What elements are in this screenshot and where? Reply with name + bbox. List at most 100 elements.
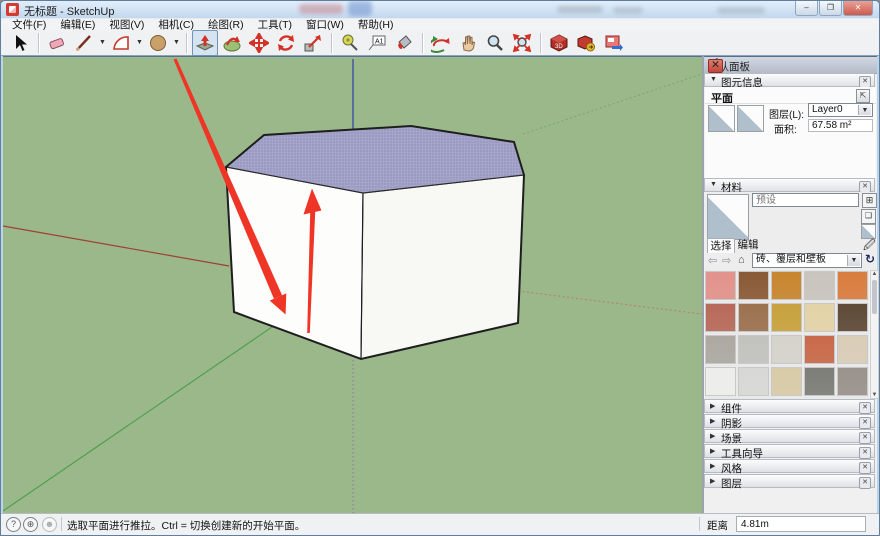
arc-tool-dropdown-icon[interactable]: ▼ [135, 31, 144, 55]
secondary-pane-icon[interactable]: ❏ [861, 209, 876, 224]
material-swatch[interactable] [738, 271, 769, 300]
menu-item-2[interactable]: 视图(V) [102, 19, 151, 31]
measure-value-input[interactable] [736, 516, 866, 532]
material-swatch[interactable] [837, 303, 868, 332]
material-swatch[interactable] [837, 335, 868, 364]
material-swatch[interactable] [837, 367, 868, 396]
layer-dropdown[interactable]: Layer0 ▼ [808, 103, 873, 117]
material-swatch[interactable] [771, 335, 802, 364]
line-tool-dropdown-icon[interactable]: ▼ [98, 31, 107, 55]
create-material-icon[interactable]: ⊞ [862, 193, 877, 208]
materials-scrollbar[interactable]: ▲ ▼ [870, 270, 879, 399]
material-swatch[interactable] [738, 335, 769, 364]
section-close-icon[interactable]: ✕ [859, 447, 871, 459]
material-swatch[interactable] [705, 335, 736, 364]
material-swatch[interactable] [804, 271, 835, 300]
section-header-2[interactable]: ▶场景✕ [704, 429, 875, 443]
material-swatch[interactable] [804, 367, 835, 396]
front-material-swatch[interactable] [708, 105, 735, 132]
zoom-extents-tool-icon[interactable] [509, 30, 535, 56]
menu-item-1[interactable]: 编辑(E) [53, 19, 102, 31]
menu-item-4[interactable]: 绘图(R) [201, 19, 251, 31]
menu-item-3[interactable]: 相机(C) [151, 19, 201, 31]
section-header-1[interactable]: ▶阴影✕ [704, 414, 875, 428]
scroll-thumb[interactable] [872, 280, 877, 314]
scale-tool-icon[interactable] [300, 30, 326, 56]
section-close-icon[interactable]: ✕ [859, 432, 871, 444]
sample-paint-icon[interactable]: ↻ [865, 252, 875, 266]
polygon-tool-dropdown-icon[interactable]: ▼ [172, 31, 181, 55]
close-button[interactable]: ✕ [843, 1, 873, 16]
title-bar[interactable]: 无标题 - SketchUp – ❐ ✕ [1, 1, 879, 18]
entity-detail-icon[interactable]: ⇱ [856, 89, 870, 103]
menu-item-5[interactable]: 工具(T) [251, 19, 299, 31]
export-tool-icon[interactable] [600, 30, 626, 56]
scroll-down-icon[interactable]: ▼ [871, 392, 878, 398]
model-viewport[interactable] [3, 56, 702, 514]
menu-item-6[interactable]: 窗口(W) [299, 19, 351, 31]
section-label: 图层 [721, 476, 742, 491]
text-tool-icon[interactable]: A1 [364, 30, 390, 56]
geolocation-icon[interactable]: ⊕ [23, 517, 38, 532]
forward-arrow-icon[interactable]: ⇨ [722, 254, 731, 267]
follow-me-tool-icon[interactable] [219, 30, 245, 56]
share-model-tool-icon[interactable] [573, 30, 599, 56]
section-close-icon[interactable]: ✕ [859, 462, 871, 474]
select-tool-icon[interactable] [7, 30, 33, 56]
tray-title-bar: 默认面板 📌︎ ✕ [704, 57, 877, 74]
material-swatch[interactable] [705, 367, 736, 396]
material-swatch[interactable] [804, 335, 835, 364]
materials-header[interactable]: ▼ 材料 ✕ [704, 178, 875, 192]
tab-edit[interactable]: 编辑 [735, 238, 761, 252]
home-icon[interactable]: ⌂ [738, 254, 745, 266]
chevron-down-icon[interactable]: ▼ [858, 105, 871, 115]
tray-close-button[interactable]: ✕ [708, 59, 723, 73]
expand-arrow-icon: ▶ [710, 477, 715, 485]
material-swatch[interactable] [837, 271, 868, 300]
help-icon[interactable]: ? [6, 517, 21, 532]
tab-select[interactable]: 选择 [707, 238, 735, 253]
section-close-icon[interactable]: ✕ [859, 477, 871, 489]
tape-measure-tool-icon[interactable] [337, 30, 363, 56]
polygon-tool-icon[interactable] [145, 30, 171, 56]
rotate-tool-icon[interactable] [273, 30, 299, 56]
menu-item-7[interactable]: 帮助(H) [351, 19, 401, 31]
category-dropdown[interactable]: 砖、覆层和壁板 ▼ [752, 253, 862, 268]
material-swatch[interactable] [738, 303, 769, 332]
section-close-icon[interactable]: ✕ [859, 402, 871, 414]
minimize-button[interactable]: – [795, 1, 818, 16]
back-arrow-icon[interactable]: ⇦ [708, 254, 717, 267]
paint-bucket-tool-icon[interactable] [391, 30, 417, 56]
material-swatch[interactable] [705, 271, 736, 300]
section-header-0[interactable]: ▶组件✕ [704, 399, 875, 413]
section-header-4[interactable]: ▶风格✕ [704, 459, 875, 473]
pan-tool-icon[interactable] [455, 30, 481, 56]
material-swatch[interactable] [771, 367, 802, 396]
maximize-button[interactable]: ❐ [819, 1, 842, 16]
material-preview-swatch[interactable] [707, 194, 749, 240]
material-swatch[interactable] [738, 367, 769, 396]
zoom-tool-icon[interactable] [482, 30, 508, 56]
orbit-tool-icon[interactable] [428, 30, 454, 56]
line-tool-icon[interactable] [71, 30, 97, 56]
menu-item-0[interactable]: 文件(F) [5, 19, 53, 31]
material-swatch[interactable] [804, 303, 835, 332]
eraser-tool-icon[interactable] [44, 30, 70, 56]
section-header-5[interactable]: ▶ 图层 ✕ [704, 474, 875, 488]
material-swatch[interactable] [771, 303, 802, 332]
material-swatch[interactable] [705, 303, 736, 332]
chevron-down-icon[interactable]: ▼ [847, 255, 860, 266]
credits-icon[interactable]: ☻ [42, 517, 57, 532]
push-pull-tool-icon[interactable] [192, 30, 218, 56]
arc-tool-icon[interactable] [108, 30, 134, 56]
section-header-3[interactable]: ▶工具向导✕ [704, 444, 875, 458]
material-swatch[interactable] [771, 271, 802, 300]
scroll-up-icon[interactable]: ▲ [871, 271, 878, 277]
section-close-icon[interactable]: ✕ [859, 417, 871, 429]
status-bar: ? ⊕ ☻ 选取平面进行推拉。Ctrl = 切换创建新的开始平面。 距离 [1, 513, 879, 535]
get-models-tool-icon[interactable]: 3D [546, 30, 572, 56]
material-name-input[interactable] [752, 193, 859, 207]
entity-info-header[interactable]: ▼ 图元信息 ✕ [704, 73, 875, 87]
move-tool-icon[interactable] [246, 30, 272, 56]
back-material-swatch[interactable] [737, 105, 764, 132]
